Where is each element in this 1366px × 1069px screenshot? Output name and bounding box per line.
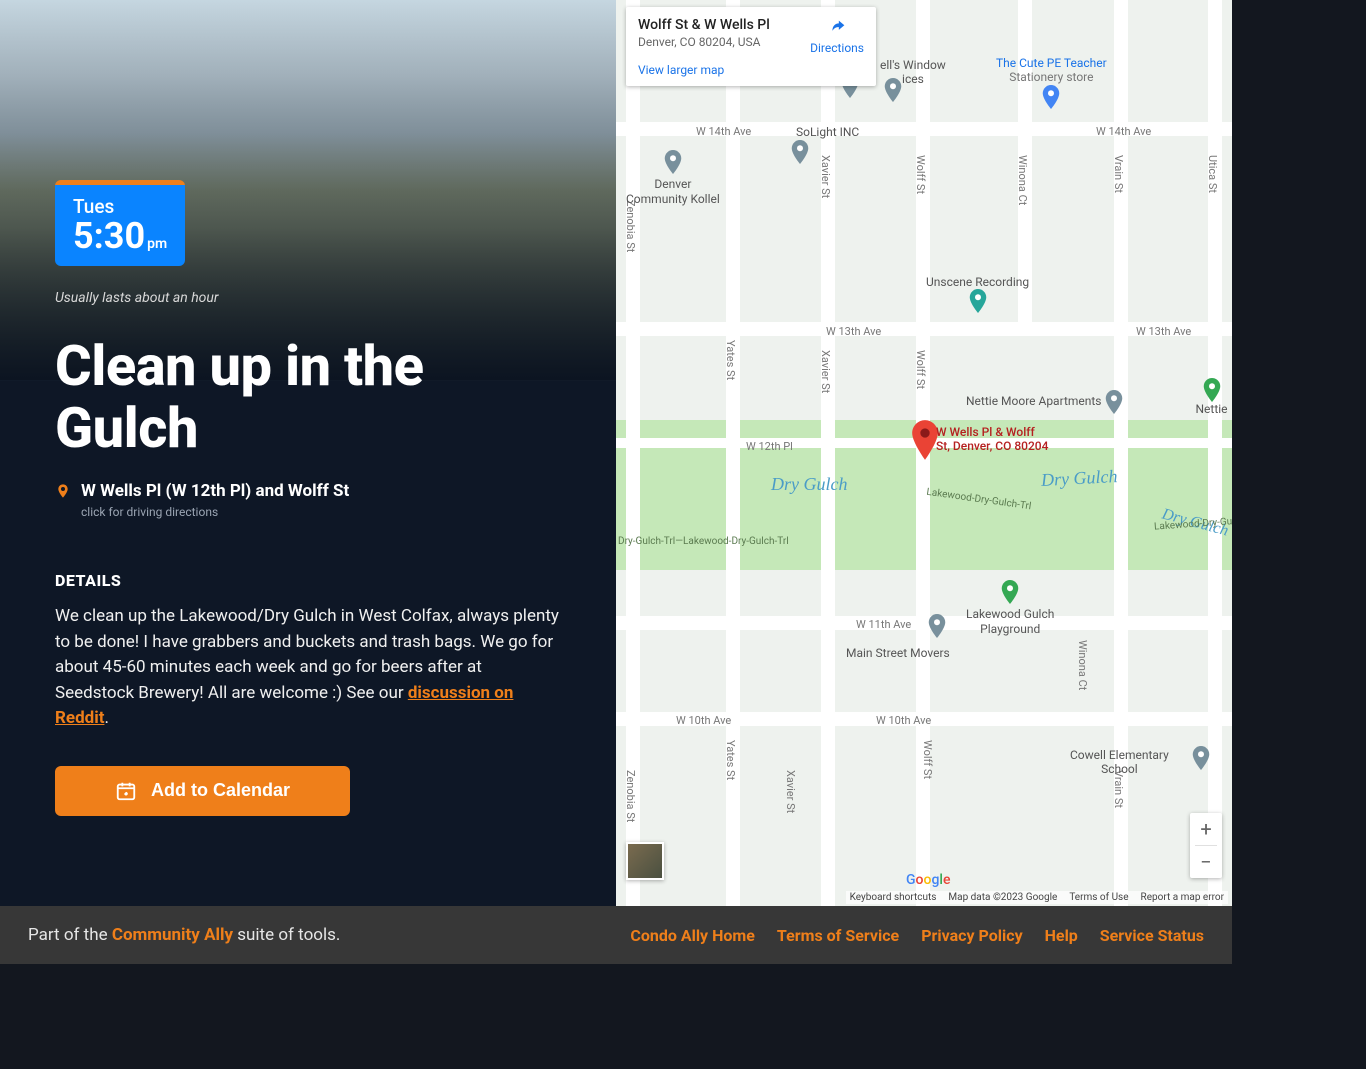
- location-text: W Wells Pl (W 12th Pl) and Wolff St: [81, 481, 349, 501]
- shopping-pin-icon: [1042, 85, 1060, 109]
- terms-link[interactable]: Terms of Use: [1069, 892, 1128, 903]
- location-subtext: click for driving directions: [81, 505, 349, 519]
- road-label: Zenobia St: [624, 770, 637, 822]
- poi[interactable]: Nettie: [1191, 378, 1232, 416]
- road-label: Xavier St: [819, 350, 832, 393]
- road-label: W 13th Ave: [826, 325, 881, 338]
- place-pin-icon: [884, 78, 902, 102]
- map-card-address: Denver, CO 80204, USA: [638, 35, 770, 49]
- report-error-link[interactable]: Report a map error: [1141, 892, 1224, 903]
- calendar-icon: [115, 780, 137, 802]
- details-heading: DETAILS: [55, 571, 561, 590]
- poi[interactable]: Main Street Movers: [846, 646, 950, 660]
- location-pin-icon: [55, 483, 71, 499]
- road-label: W 11th Ave: [856, 618, 911, 631]
- map-info-card: Wolff St & W Wells Pl Denver, CO 80204, …: [626, 7, 876, 86]
- poi[interactable]: Unscene Recording: [926, 275, 1029, 317]
- google-logo: Google: [906, 872, 950, 888]
- map-data-label: Map data ©2023 Google: [948, 892, 1057, 903]
- view-larger-map-link[interactable]: View larger map: [638, 63, 724, 77]
- road-label: W 10th Ave: [876, 714, 931, 727]
- creek-label: Dry Gulch: [771, 474, 847, 495]
- place-pin-icon: [928, 614, 946, 638]
- road-label: Utica St: [1206, 155, 1219, 193]
- place-pin-icon: [969, 289, 987, 313]
- road-label: Wolff St: [914, 155, 927, 194]
- map-panel[interactable]: W 14th Ave W 14th Ave W 13th Ave W 13th …: [616, 0, 1232, 906]
- directions-link[interactable]: Directions: [810, 17, 864, 78]
- event-ampm: pm: [147, 237, 167, 251]
- footer-link-help[interactable]: Help: [1045, 926, 1078, 945]
- poi[interactable]: Nettie Moore Apartments: [966, 390, 1123, 414]
- footer-links: Condo Ally Home Terms of Service Privacy…: [630, 926, 1204, 945]
- map-canvas[interactable]: W 14th Ave W 14th Ave W 13th Ave W 13th …: [616, 0, 1232, 906]
- footer-link-condo[interactable]: Condo Ally Home: [630, 926, 755, 945]
- community-ally-link[interactable]: Community Ally: [112, 925, 233, 945]
- footer-link-terms[interactable]: Terms of Service: [777, 926, 899, 945]
- place-pin-icon: [791, 140, 809, 164]
- footer-tagline: Part of the Community Ally suite of tool…: [28, 925, 340, 945]
- place-pin-icon: [664, 150, 682, 174]
- road-label: W 10th Ave: [676, 714, 731, 727]
- place-pin-icon: [1105, 390, 1123, 414]
- map-card-title: Wolff St & W Wells Pl: [638, 17, 770, 33]
- road-label: Xavier St: [819, 155, 832, 198]
- footer: Part of the Community Ally suite of tool…: [0, 906, 1232, 964]
- keyboard-shortcuts-link[interactable]: Keyboard shortcuts: [850, 892, 937, 903]
- creek-label: Dry Gulch: [1041, 466, 1118, 491]
- marker-label: W Wells Pl & WolffSt, Denver, CO 80204: [936, 425, 1048, 454]
- road-label: W 14th Ave: [696, 125, 751, 138]
- place-pin-icon: [1192, 746, 1210, 770]
- footer-link-privacy[interactable]: Privacy Policy: [921, 926, 1022, 945]
- map-attribution: Keyboard shortcuts Map data ©2023 Google…: [846, 891, 1228, 904]
- road: [1208, 0, 1222, 906]
- add-calendar-label: Add to Calendar: [151, 780, 290, 801]
- event-details-panel: Tues 5:30 pm Usually lasts about an hour…: [0, 0, 616, 906]
- road-label: Winona Ct: [1016, 155, 1029, 205]
- tree-pin-icon: [1203, 378, 1221, 402]
- poi[interactable]: Lakewood GulchPlayground: [966, 580, 1054, 636]
- tree-pin-icon: [1001, 580, 1019, 604]
- time-badge: Tues 5:30 pm: [55, 180, 185, 266]
- map-marker-icon[interactable]: [911, 420, 939, 460]
- road-label: Xavier St: [784, 770, 797, 813]
- poi[interactable]: The Cute PE TeacherStationery store: [996, 56, 1107, 112]
- event-time: 5:30: [73, 218, 145, 254]
- footer-link-status[interactable]: Service Status: [1100, 926, 1204, 945]
- directions-icon: [826, 17, 848, 39]
- road-label: Wolff St: [914, 350, 927, 389]
- event-title: Clean up in the Gulch: [55, 336, 561, 459]
- road-label: Yates St: [724, 340, 737, 380]
- zoom-out-button[interactable]: −: [1190, 846, 1222, 878]
- road-label: Vrain St: [1112, 155, 1125, 193]
- road-label: Winona Ct: [1076, 640, 1089, 690]
- road-label: W 13th Ave: [1136, 325, 1191, 338]
- zoom-controls: + −: [1190, 813, 1222, 878]
- poi[interactable]: Cowell ElementarySchool: [1070, 748, 1169, 777]
- location-link[interactable]: W Wells Pl (W 12th Pl) and Wolff St clic…: [55, 481, 561, 519]
- satellite-toggle[interactable]: [626, 842, 664, 880]
- trail-label: Dry-Gulch-Trl—Lakewood-Dry-Gulch-Trl: [618, 536, 789, 547]
- event-duration: Usually lasts about an hour: [55, 290, 561, 306]
- road-label: Zenobia St: [624, 200, 637, 252]
- add-to-calendar-button[interactable]: Add to Calendar: [55, 766, 350, 816]
- road-label: Wolff St: [921, 740, 934, 779]
- zoom-in-button[interactable]: +: [1190, 813, 1222, 845]
- road-label: W 12th Pl: [746, 440, 793, 453]
- details-body: We clean up the Lakewood/Dry Gulch in We…: [55, 604, 561, 732]
- poi[interactable]: DenverCommunity Kollel: [626, 150, 720, 206]
- road-label: W 14th Ave: [1096, 125, 1151, 138]
- poi[interactable]: SoLight INC: [796, 125, 859, 139]
- road-label: Yates St: [724, 740, 737, 780]
